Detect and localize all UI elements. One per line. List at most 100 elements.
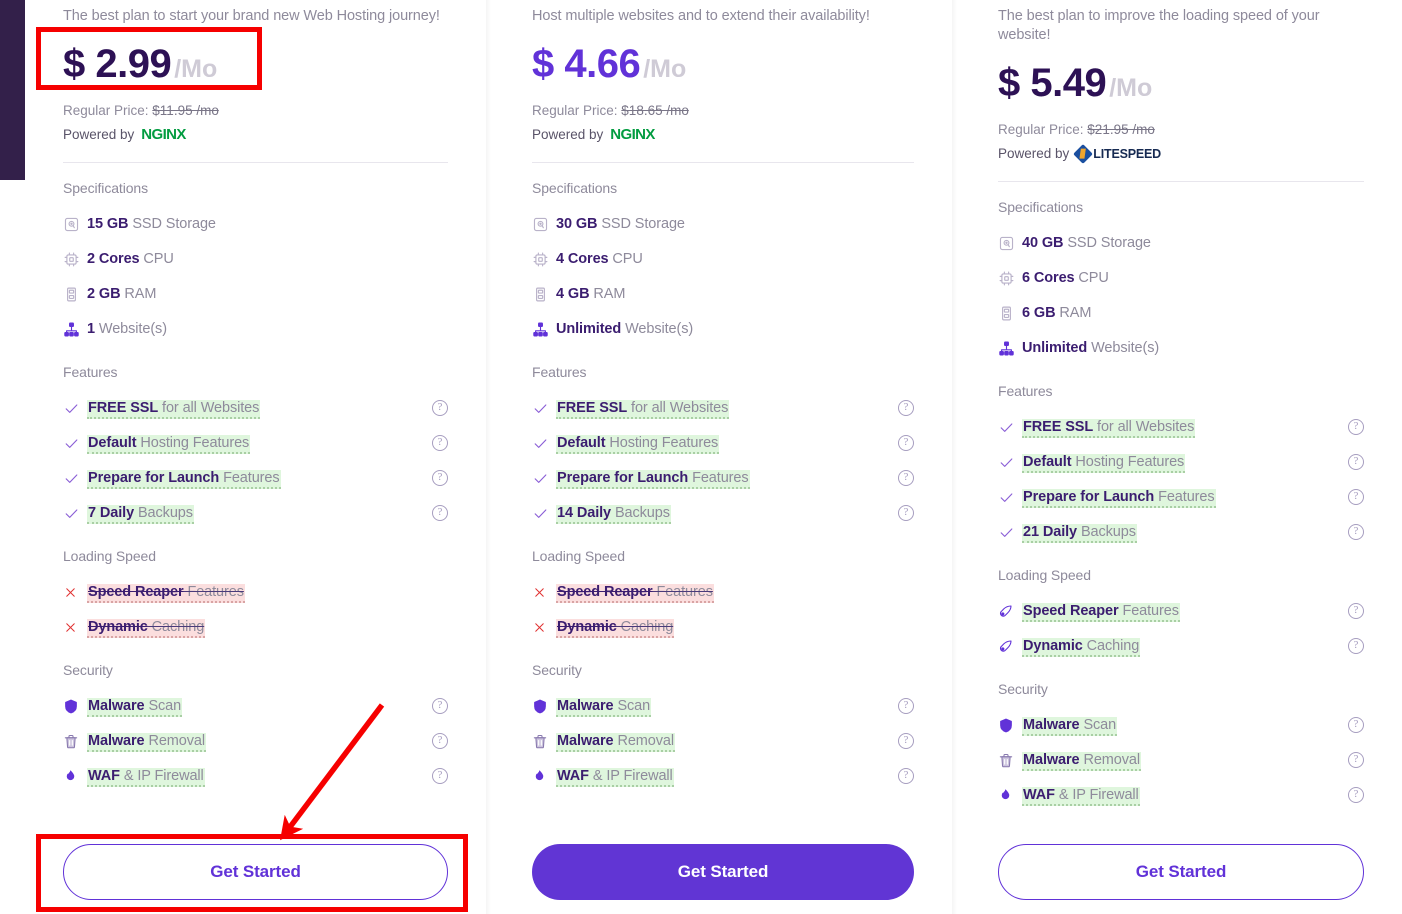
trash-icon — [998, 752, 1018, 769]
price-amount: $ 4.66 — [532, 41, 641, 86]
help-tooltip-icon[interactable]: ? — [898, 400, 914, 417]
regular-price: Regular Price: $11.95 /mo — [63, 102, 219, 118]
help-tooltip-icon[interactable]: ? — [432, 698, 448, 715]
help-tooltip-icon[interactable]: ? — [1348, 524, 1364, 541]
security-label: Malware Scan — [556, 698, 652, 718]
shield-icon — [532, 698, 552, 715]
shield-icon — [998, 717, 1018, 734]
page-background-strip — [0, 0, 25, 180]
loading-speed-row: Speed Reaper Features — [532, 575, 914, 610]
loading-speed-label: Dynamic Caching — [87, 619, 206, 639]
spec-label: 1 Website(s) — [87, 321, 167, 338]
powered-by-label: Powered by — [998, 146, 1070, 162]
plan-price: $ 5.49/Mo — [998, 61, 1364, 111]
price-period: /Mo — [643, 54, 687, 83]
cross-icon — [532, 585, 552, 600]
feature-label: Prepare for Launch Features — [87, 470, 281, 490]
feature-row: FREE SSL for all Websites? — [532, 391, 914, 426]
help-tooltip-icon[interactable]: ? — [432, 470, 448, 487]
security-section-title: Security — [63, 661, 113, 678]
litespeed-logo-icon: LITESPEED — [1073, 143, 1161, 164]
plan-tagline: The best plan to improve the loading spe… — [998, 8, 1320, 43]
help-tooltip-icon[interactable]: ? — [1348, 489, 1364, 506]
spec-row: Unlimited Website(s) — [532, 312, 914, 347]
trash-icon — [63, 733, 83, 750]
section-divider — [63, 161, 448, 163]
help-tooltip-icon[interactable]: ? — [1348, 638, 1364, 655]
help-tooltip-icon[interactable]: ? — [1348, 419, 1364, 436]
help-tooltip-icon[interactable]: ? — [1348, 752, 1364, 769]
spec-section-title: Specifications — [532, 179, 617, 196]
get-started-button[interactable]: Get Started — [63, 844, 448, 900]
help-tooltip-icon[interactable]: ? — [898, 768, 914, 785]
feature-row: Prepare for Launch Features? — [532, 461, 914, 496]
feature-row: Default Hosting Features? — [532, 426, 914, 461]
security-row: Malware Removal? — [63, 724, 448, 759]
check-icon — [998, 454, 1018, 471]
loading-speed-section-title: Loading Speed — [998, 566, 1091, 583]
spec-row: 6 Cores CPU — [998, 261, 1364, 296]
feature-rows: FREE SSL for all Websites? Default Hostin… — [998, 410, 1364, 550]
security-section-title: Security — [532, 661, 582, 678]
help-tooltip-icon[interactable]: ? — [1348, 787, 1364, 804]
ssd-storage-icon — [998, 235, 1018, 252]
get-started-button[interactable]: Get Started — [998, 844, 1364, 900]
feature-label: Default Hosting Features — [87, 435, 251, 455]
plan-tagline: The best plan to start your brand new We… — [63, 8, 440, 24]
feature-label: 21 Daily Backups — [1022, 524, 1137, 544]
rocket-icon — [998, 638, 1018, 654]
price-period: /Mo — [174, 54, 218, 83]
loading-speed-row: Speed Reaper Features — [63, 575, 448, 610]
check-icon — [63, 435, 83, 452]
ram-icon — [532, 286, 552, 303]
loading-speed-section-title: Loading Speed — [532, 547, 625, 564]
powered-by: Powered by NGINX — [63, 125, 448, 145]
cross-icon — [63, 585, 83, 600]
security-label: WAF & IP Firewall — [87, 768, 205, 788]
help-tooltip-icon[interactable]: ? — [898, 470, 914, 487]
security-label: Malware Scan — [87, 698, 183, 718]
spec-label: Unlimited Website(s) — [1022, 340, 1160, 357]
check-icon — [63, 505, 83, 522]
loading-speed-label: Dynamic Caching — [556, 619, 675, 639]
feature-rows: FREE SSL for all Websites? Default Hostin… — [532, 391, 914, 531]
security-row: Malware Scan? — [532, 689, 914, 724]
section-divider — [998, 180, 1364, 182]
firewall-icon — [63, 768, 83, 785]
help-tooltip-icon[interactable]: ? — [432, 733, 448, 750]
get-started-button[interactable]: Get Started — [532, 844, 914, 900]
regular-price-value: $11.95 /mo — [152, 102, 219, 118]
firewall-icon — [998, 787, 1018, 804]
feature-label: Default Hosting Features — [1022, 454, 1186, 474]
cpu-icon — [532, 251, 552, 268]
spec-row: 4 GB RAM — [532, 277, 914, 312]
trash-icon — [532, 733, 552, 750]
check-icon — [998, 489, 1018, 506]
security-rows: Malware Scan? Malware Removal? WAF & IP Fi… — [63, 689, 448, 794]
help-tooltip-icon[interactable]: ? — [432, 400, 448, 417]
spec-label: 6 GB RAM — [1022, 305, 1092, 322]
websites-icon — [63, 321, 83, 338]
ssd-storage-icon — [532, 216, 552, 233]
help-tooltip-icon[interactable]: ? — [432, 768, 448, 785]
help-tooltip-icon[interactable]: ? — [432, 505, 448, 522]
help-tooltip-icon[interactable]: ? — [898, 435, 914, 452]
feature-label: FREE SSL for all Websites — [1022, 419, 1196, 439]
help-tooltip-icon[interactable]: ? — [898, 733, 914, 750]
help-tooltip-icon[interactable]: ? — [432, 435, 448, 452]
feature-row: FREE SSL for all Websites? — [63, 391, 448, 426]
help-tooltip-icon[interactable]: ? — [898, 698, 914, 715]
help-tooltip-icon[interactable]: ? — [1348, 454, 1364, 471]
help-tooltip-icon[interactable]: ? — [1348, 603, 1364, 620]
help-tooltip-icon[interactable]: ? — [898, 505, 914, 522]
help-tooltip-icon[interactable]: ? — [1348, 717, 1364, 734]
loading-speed-rows: Speed Reaper Features? Dynamic Caching? — [998, 594, 1364, 664]
spec-row: 15 GB SSD Storage — [63, 207, 448, 242]
plan-price: $ 4.66/Mo — [532, 42, 914, 92]
security-label: Malware Removal — [87, 733, 206, 753]
feature-row: Prepare for Launch Features? — [63, 461, 448, 496]
nginx-logo-icon: NGINX — [610, 126, 655, 144]
security-rows: Malware Scan? Malware Removal? WAF & IP Fi… — [998, 708, 1364, 813]
feature-label: Prepare for Launch Features — [1022, 489, 1216, 509]
regular-price: Regular Price: $18.65 /mo — [532, 102, 689, 118]
